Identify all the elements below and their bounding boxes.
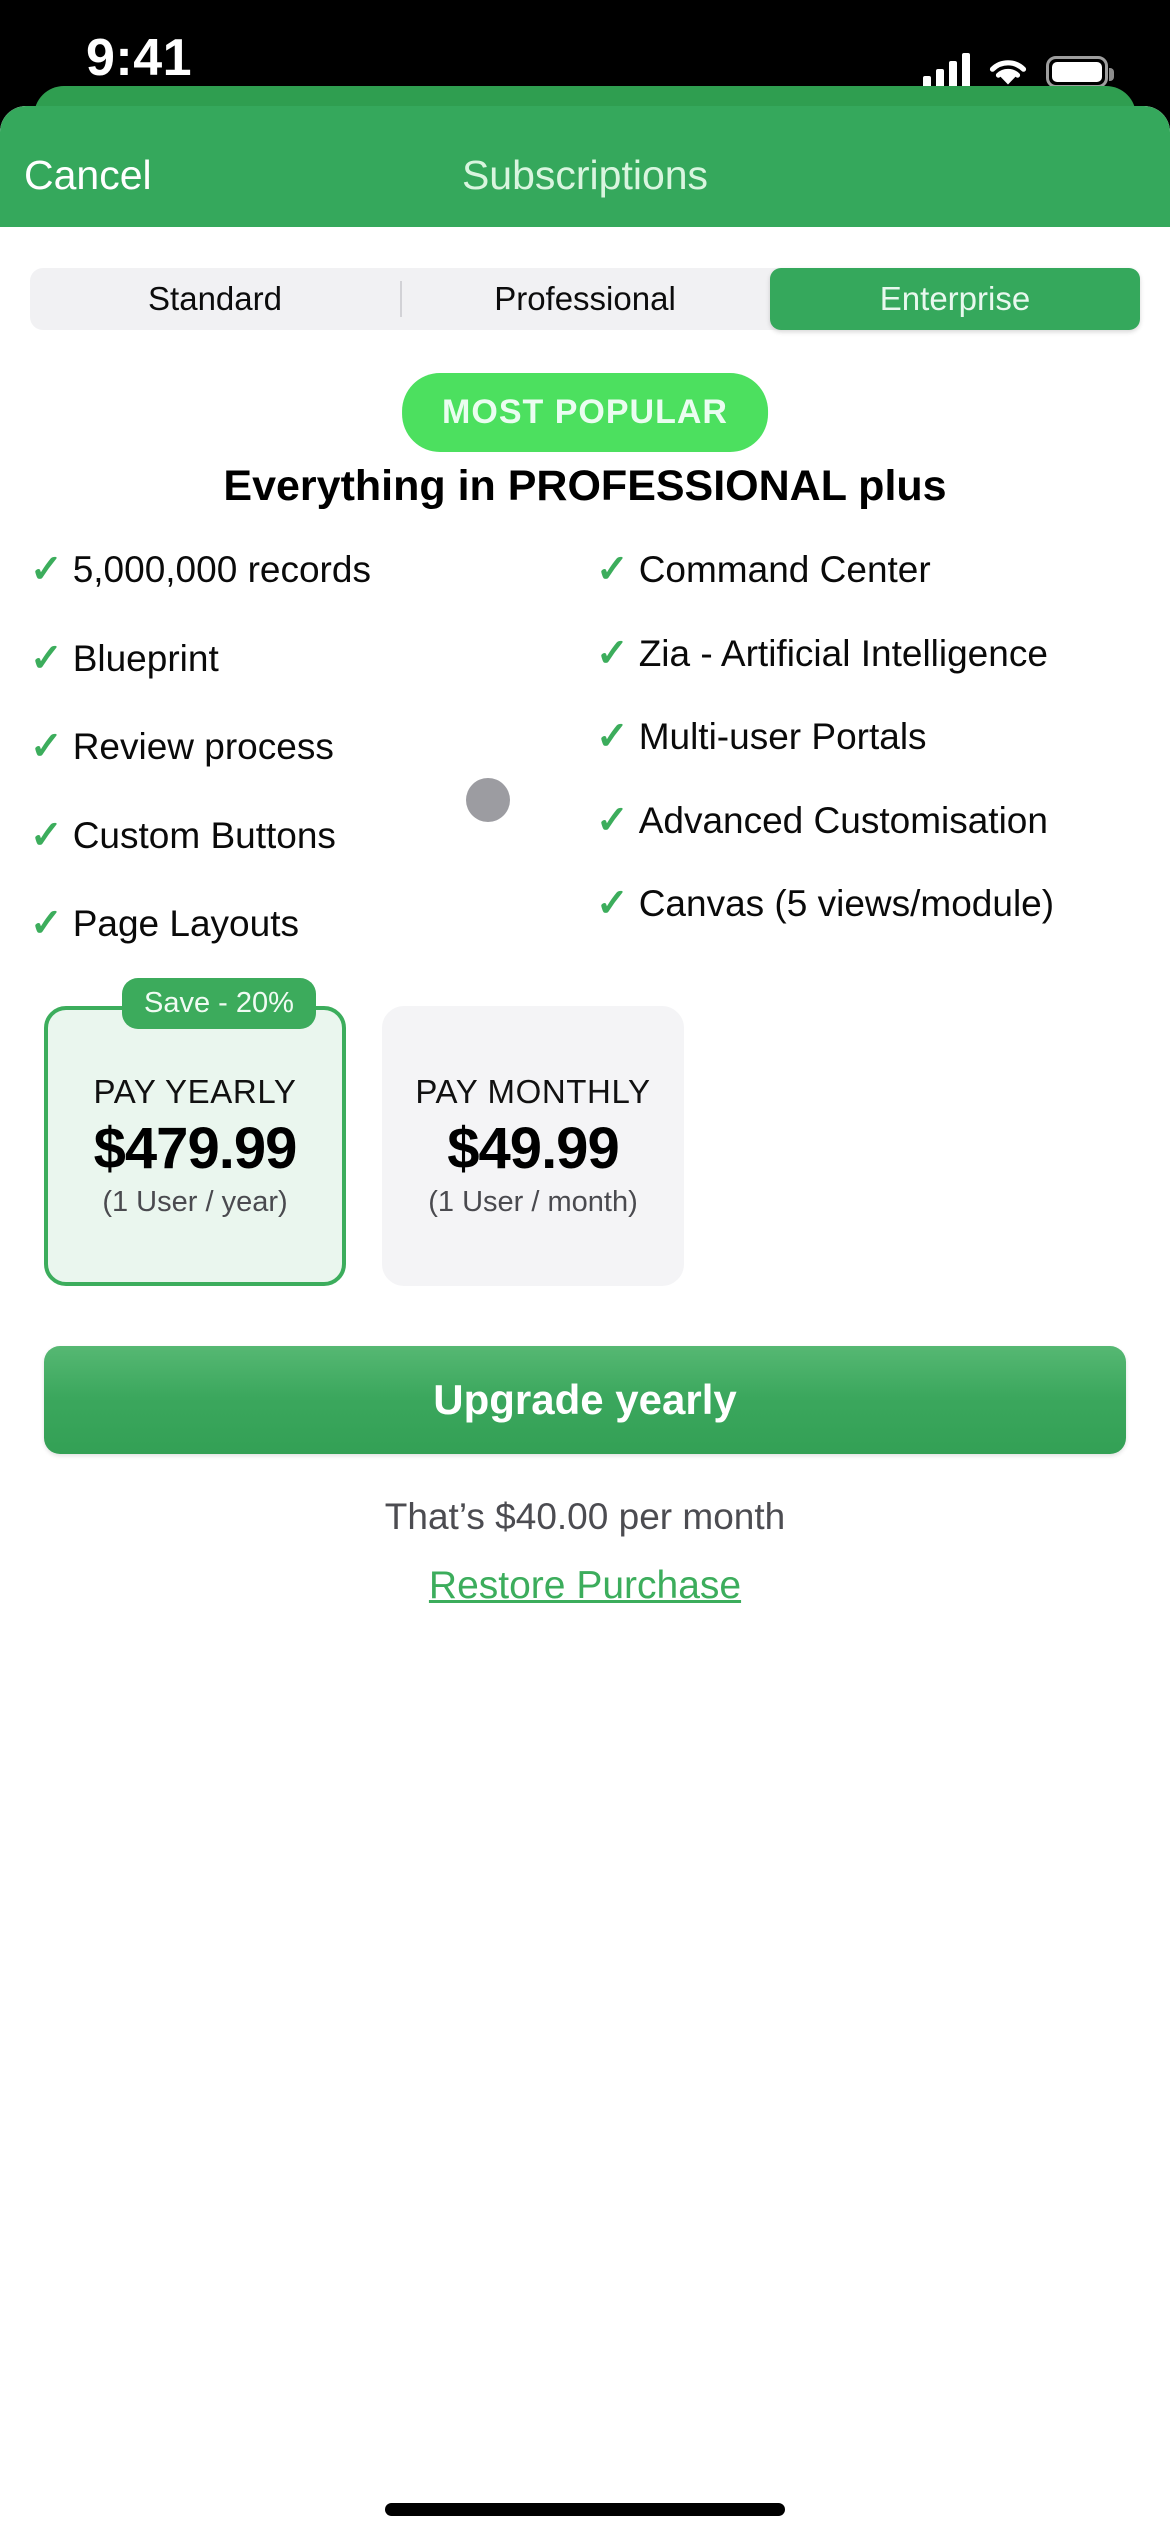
list-item: ✓ Review process: [30, 723, 570, 771]
price-card-group: Save - 20% PAY YEARLY $479.99 (1 User / …: [44, 978, 1124, 1286]
feature-label: Review process: [72, 726, 334, 768]
list-item: ✓ Multi-user Portals: [596, 713, 1136, 761]
upgrade-button[interactable]: Upgrade yearly: [44, 1346, 1126, 1454]
feature-label: Canvas (5 views/module): [638, 883, 1055, 925]
check-icon: ✓: [596, 798, 629, 842]
feature-label: Command Center: [638, 549, 931, 590]
list-item: ✓ 5,000,000 records: [30, 546, 570, 594]
plan-heading: Everything in PROFESSIONAL plus: [223, 462, 947, 510]
subscriptions-sheet: Cancel Subscriptions Standard Profession…: [0, 106, 1170, 2532]
feature-label: Custom Buttons: [72, 814, 336, 856]
status-bar-icons: [923, 40, 1114, 88]
check-icon: ✓: [596, 882, 629, 926]
check-icon: ✓: [30, 902, 63, 946]
list-item: ✓ Blueprint: [30, 635, 570, 683]
price-card-amount: $479.99: [93, 1116, 298, 1181]
plan-segmented-control[interactable]: Standard Professional Enterprise: [30, 268, 1140, 330]
price-card-label: PAY YEARLY: [93, 1073, 297, 1110]
check-icon: ✓: [30, 548, 63, 591]
check-icon: ✓: [30, 725, 63, 769]
page-title: Subscriptions: [461, 152, 709, 198]
list-item: ✓ Canvas (5 views/module): [596, 880, 1136, 928]
check-icon: ✓: [30, 636, 63, 680]
tab-professional[interactable]: Professional: [400, 268, 770, 330]
feature-label: Zia - Artificial Intelligence: [638, 632, 1048, 674]
home-indicator: [385, 2503, 785, 2516]
battery-icon: [1046, 56, 1114, 88]
feature-list: ✓ 5,000,000 records ✓ Blueprint ✓ Review pr…: [30, 546, 1140, 989]
check-icon: ✓: [596, 715, 629, 759]
tab-enterprise[interactable]: Enterprise: [770, 268, 1140, 330]
check-icon: ✓: [596, 548, 629, 591]
price-card-amount: $49.99: [447, 1116, 619, 1181]
check-icon: ✓: [596, 631, 629, 675]
list-item: ✓ Command Center: [596, 546, 1136, 594]
list-item: ✓ Zia - Artificial Intelligence: [596, 630, 1136, 678]
list-item: ✓ Advanced Customisation: [596, 797, 1136, 845]
cancel-button[interactable]: Cancel: [24, 152, 152, 199]
save-badge: Save - 20%: [122, 978, 316, 1029]
feature-column-left: ✓ 5,000,000 records ✓ Blueprint ✓ Review pr…: [30, 546, 570, 989]
most-popular-badge: MOST POPULAR: [402, 373, 768, 452]
feature-label: Multi-user Portals: [638, 716, 927, 758]
touch-cursor-indicator: [466, 778, 510, 822]
list-item: ✓ Page Layouts: [30, 900, 570, 948]
price-card-sublabel: (1 User / year): [102, 1186, 288, 1218]
price-card-monthly[interactable]: PAY MONTHLY $49.99 (1 User / month): [382, 1006, 684, 1286]
feature-label: Advanced Customisation: [638, 799, 1048, 841]
feature-label: Blueprint: [72, 637, 219, 679]
per-month-note: That’s $40.00 per month: [384, 1496, 786, 1537]
status-bar-time: 9:41: [86, 29, 193, 87]
price-card-label: PAY MONTHLY: [415, 1073, 651, 1110]
feature-label: Page Layouts: [72, 903, 299, 945]
cellular-bars-icon: [923, 52, 970, 88]
price-card-sublabel: (1 User / month): [428, 1186, 638, 1218]
restore-purchase-link[interactable]: Restore Purchase: [0, 1564, 1170, 1608]
feature-label: 5,000,000 records: [72, 549, 371, 590]
navigation-bar: Cancel Subscriptions: [0, 106, 1170, 227]
phone-screen: 9:41 Cancel Subscriptions Standard Profe…: [0, 0, 1170, 2532]
wifi-icon: [986, 54, 1030, 88]
check-icon: ✓: [30, 813, 63, 857]
price-card-yearly[interactable]: Save - 20% PAY YEARLY $479.99 (1 User / …: [44, 978, 346, 1286]
feature-column-right: ✓ Command Center ✓ Zia - Artificial Intell…: [596, 546, 1136, 989]
tab-standard[interactable]: Standard: [30, 268, 400, 330]
